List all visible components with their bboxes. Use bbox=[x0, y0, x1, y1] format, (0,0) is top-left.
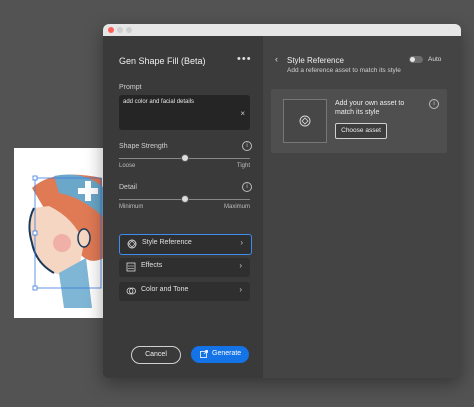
close-window-button[interactable] bbox=[108, 27, 114, 33]
prompt-field[interactable]: add color and facial details × bbox=[119, 95, 250, 130]
panel-title: Gen Shape Fill (Beta) bbox=[119, 56, 206, 66]
back-chevron-icon[interactable]: ‹ bbox=[275, 54, 278, 64]
cancel-label: Cancel bbox=[145, 350, 167, 358]
prompt-text[interactable]: add color and facial details bbox=[123, 99, 194, 105]
shape-strength-max-label: Tight bbox=[236, 163, 250, 169]
effects-label: Effects bbox=[141, 262, 163, 269]
detail-max-label: Maximum bbox=[223, 204, 250, 210]
style-reference-subtitle: Add a reference asset to match its style bbox=[287, 67, 401, 74]
generate-button[interactable]: Generate bbox=[191, 346, 249, 363]
gen-shape-fill-panel: Gen Shape Fill (Beta) ••• Prompt add col… bbox=[103, 36, 263, 378]
auto-toggle-thumb bbox=[410, 57, 415, 62]
color-tone-icon bbox=[126, 287, 136, 295]
style-reference-title: Style Reference bbox=[287, 56, 344, 65]
card-info-icon[interactable]: i bbox=[429, 99, 439, 109]
shape-strength-knob[interactable] bbox=[181, 154, 189, 162]
minimize-window-button[interactable] bbox=[117, 27, 123, 33]
style-reference-panel: ‹ Style Reference Auto Add a reference a… bbox=[263, 36, 461, 378]
clear-prompt-icon[interactable]: × bbox=[240, 109, 245, 118]
chevron-right-icon: › bbox=[240, 238, 243, 247]
prompt-label: Prompt bbox=[119, 84, 142, 91]
choose-asset-button[interactable]: Choose asset bbox=[335, 123, 387, 139]
shape-strength-label: Shape Strength bbox=[119, 143, 168, 150]
detail-label: Detail bbox=[119, 184, 137, 191]
detail-knob[interactable] bbox=[181, 195, 189, 203]
detail-info-icon[interactable]: i bbox=[242, 182, 252, 192]
card-text-line-1: Add your own asset to bbox=[335, 100, 405, 107]
asset-thumbnail-placeholder[interactable] bbox=[283, 99, 327, 143]
artboard[interactable] bbox=[14, 148, 104, 318]
card-text-line-2: match its style bbox=[335, 109, 380, 116]
portrait-illustration bbox=[14, 148, 104, 318]
style-reference-row[interactable]: Style Reference › bbox=[119, 234, 252, 255]
color-and-tone-label: Color and Tone bbox=[141, 286, 189, 293]
style-reference-icon bbox=[299, 115, 311, 127]
chevron-right-icon: › bbox=[239, 261, 242, 270]
detail-min-label: Minimum bbox=[119, 204, 144, 210]
shape-strength-info-icon[interactable]: i bbox=[242, 141, 252, 151]
reference-asset-card: Add your own asset to match its style i … bbox=[271, 89, 447, 153]
auto-toggle[interactable] bbox=[409, 56, 423, 63]
style-reference-icon bbox=[127, 239, 137, 249]
cancel-button[interactable]: Cancel bbox=[131, 346, 181, 364]
generate-icon bbox=[200, 350, 208, 358]
effects-row[interactable]: Effects › bbox=[119, 258, 250, 277]
chevron-right-icon: › bbox=[239, 285, 242, 294]
zoom-window-button[interactable] bbox=[126, 27, 132, 33]
more-icon[interactable]: ••• bbox=[237, 53, 252, 65]
effects-icon bbox=[126, 262, 136, 272]
choose-asset-label: Choose asset bbox=[341, 127, 381, 134]
shape-strength-min-label: Loose bbox=[119, 163, 136, 169]
color-and-tone-row[interactable]: Color and Tone › bbox=[119, 282, 250, 301]
auto-toggle-label: Auto bbox=[428, 56, 442, 63]
window-titlebar bbox=[103, 24, 461, 36]
gen-shape-fill-window: Gen Shape Fill (Beta) ••• Prompt add col… bbox=[103, 24, 461, 378]
generate-label: Generate bbox=[212, 350, 242, 357]
style-reference-label: Style Reference bbox=[142, 239, 192, 246]
